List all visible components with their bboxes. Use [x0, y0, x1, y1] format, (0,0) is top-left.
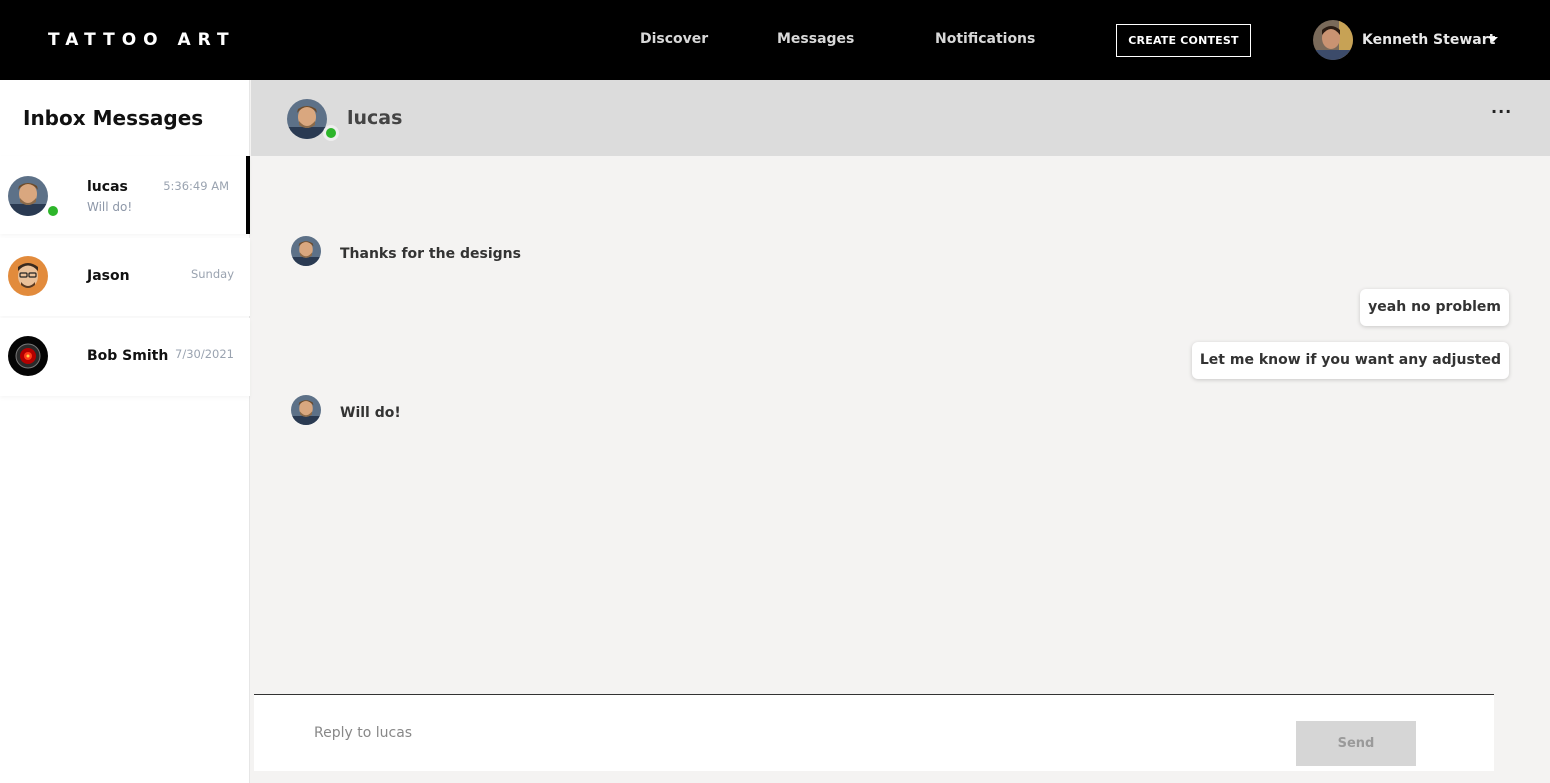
nav-link-notifications[interactable]: Notifications: [935, 31, 1035, 47]
message-incoming: Thanks for the designs: [340, 246, 521, 262]
conversation-time: 5:36:49 AM: [163, 179, 229, 193]
reply-input[interactable]: [314, 721, 1214, 745]
online-status-icon: [323, 125, 339, 141]
top-nav: TATTOO ART Discover Messages Notificatio…: [0, 0, 1550, 80]
online-status-icon: [44, 202, 62, 220]
logo[interactable]: TATTOO ART: [48, 30, 236, 50]
conversation-item-lucas[interactable]: lucas Will do! 5:36:49 AM: [0, 156, 250, 234]
conversation-preview: Will do!: [87, 200, 133, 214]
message-outgoing: Let me know if you want any adjusted: [1191, 342, 1509, 379]
more-dots-icon[interactable]: ···: [1491, 104, 1512, 120]
user-avatar: [1313, 20, 1353, 60]
inbox-sidebar: Inbox Messages lucas Will do! 5:36:49 AM…: [0, 80, 250, 783]
conversation-item-jason[interactable]: Jason Sunday: [0, 238, 250, 316]
chat-title: lucas: [347, 107, 403, 129]
chat-avatar: [287, 99, 327, 139]
create-contest-button[interactable]: CREATE CONTEST: [1116, 24, 1251, 57]
nav-link-messages[interactable]: Messages: [777, 31, 854, 47]
caret-down-icon[interactable]: [1488, 37, 1498, 42]
chat-header: lucas ···: [251, 80, 1550, 156]
conversation-name: Bob Smith: [87, 348, 169, 364]
conversation-item-bob-smith[interactable]: Bob Smith 7/30/2021: [0, 318, 250, 396]
reply-bar: Send: [254, 694, 1494, 771]
avatar: [8, 176, 48, 216]
conversation-name: lucas: [87, 179, 128, 195]
user-name: Kenneth Stewart: [1362, 32, 1496, 48]
inbox-title: Inbox Messages: [23, 106, 204, 130]
message-outgoing: yeah no problem: [1360, 289, 1509, 326]
conversation-time: Sunday: [190, 267, 234, 281]
avatar: [8, 256, 48, 296]
send-button[interactable]: Send: [1296, 721, 1416, 766]
nav-link-discover[interactable]: Discover: [640, 31, 708, 47]
profile-menu[interactable]: Kenneth Stewart: [1313, 20, 1513, 60]
message-avatar: [291, 395, 321, 425]
avatar: [8, 336, 48, 376]
message-avatar: [291, 236, 321, 266]
conversation-time: 7/30/2021: [175, 347, 234, 361]
conversation-name: Jason: [87, 268, 130, 284]
message-incoming: Will do!: [340, 405, 401, 421]
